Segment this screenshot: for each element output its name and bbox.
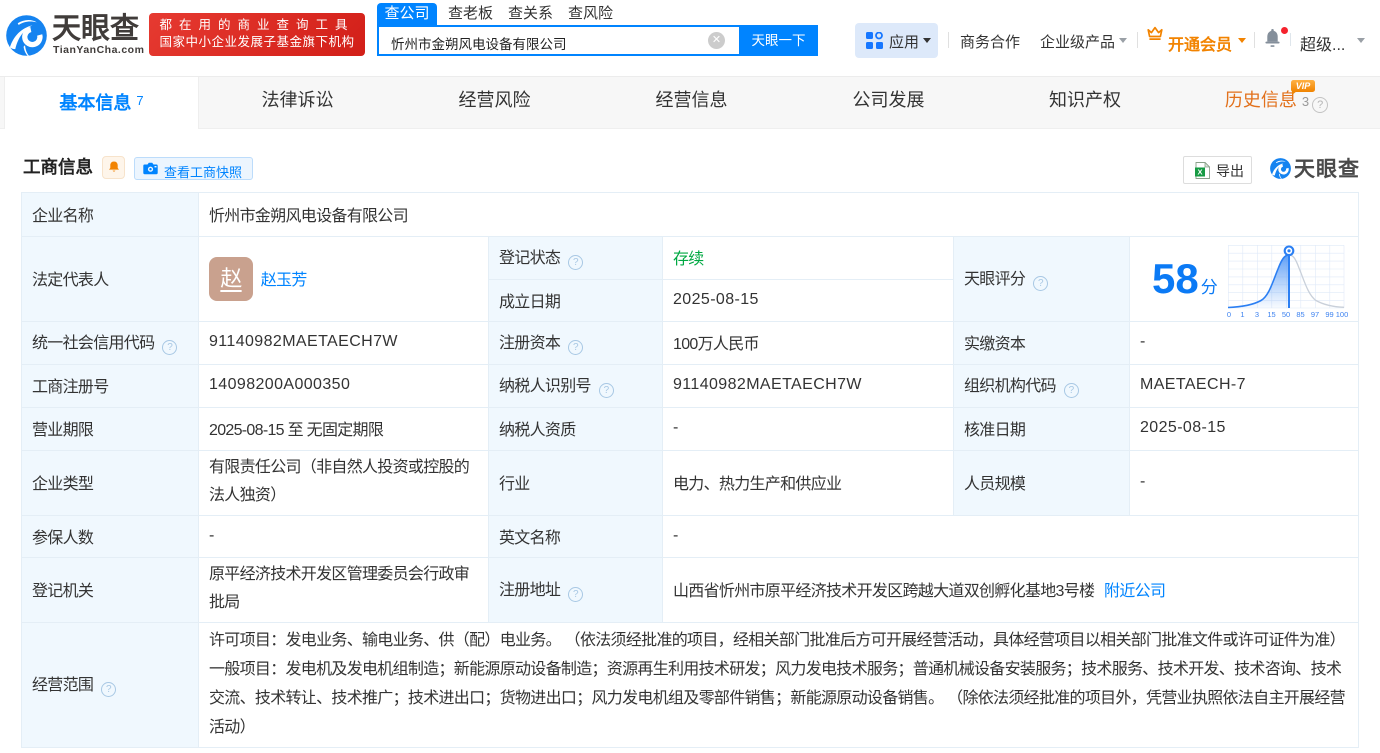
svg-text:X: X [1197, 168, 1202, 177]
